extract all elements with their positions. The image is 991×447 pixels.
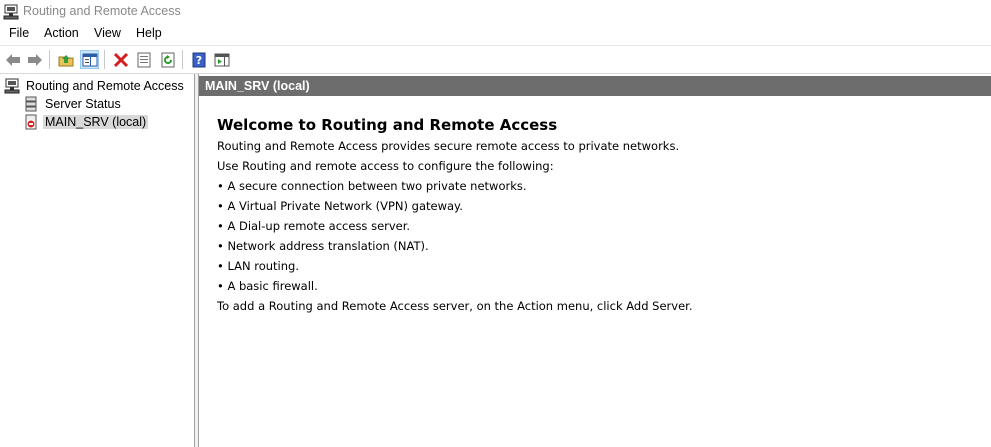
bullet-item: • A Dial-up remote access server. xyxy=(217,219,411,233)
forward-icon xyxy=(27,53,42,66)
show-hide-tree-icon xyxy=(82,53,97,66)
help-icon: ? xyxy=(192,52,205,67)
tree-item-label: Server Status xyxy=(45,97,121,111)
console-tree-icon xyxy=(214,53,229,66)
window-title: Routing and Remote Access xyxy=(23,4,181,18)
details-header: MAIN_SRV (local) xyxy=(199,76,991,96)
server-status-icon xyxy=(25,96,37,112)
properties-button[interactable] xyxy=(134,50,153,69)
properties-icon xyxy=(137,52,150,67)
tree-item-label: Routing and Remote Access xyxy=(26,79,184,93)
back-button[interactable] xyxy=(3,50,22,69)
info-line: To add a Routing and Remote Access serve… xyxy=(217,299,693,313)
refresh-icon xyxy=(161,52,174,67)
tree-item-label: MAIN_SRV (local) xyxy=(43,115,149,129)
menu-view[interactable]: View xyxy=(94,26,121,40)
routing-app-icon xyxy=(3,4,19,20)
back-icon xyxy=(5,53,20,66)
show-hide-console-tree-button[interactable] xyxy=(80,50,99,69)
svg-text:?: ? xyxy=(195,54,201,67)
tree-item-server-status[interactable]: Server Status xyxy=(23,95,123,113)
refresh-button[interactable] xyxy=(158,50,177,69)
menu-help[interactable]: Help xyxy=(136,26,162,40)
toolbar-separator xyxy=(182,50,183,69)
menu-action[interactable]: Action xyxy=(44,26,79,40)
toolbar-separator xyxy=(104,50,105,69)
info-line: Routing and Remote Access provides secur… xyxy=(217,139,680,153)
toolbar: ? xyxy=(0,46,991,74)
toolbar-separator xyxy=(49,50,50,69)
show-action-pane-button[interactable] xyxy=(212,50,231,69)
bullet-item: • LAN routing. xyxy=(217,259,299,273)
help-button[interactable]: ? xyxy=(189,50,208,69)
delete-icon xyxy=(113,52,128,67)
console-tree: Routing and Remote Access Server Status … xyxy=(0,74,195,447)
up-one-level-button[interactable] xyxy=(56,50,75,69)
bullet-item: • A secure connection between two privat… xyxy=(217,179,527,193)
tree-item-routing-root[interactable]: Routing and Remote Access xyxy=(4,77,186,95)
details-pane: MAIN_SRV (local) Welcome to Routing and … xyxy=(198,74,991,447)
forward-button[interactable] xyxy=(25,50,44,69)
info-line: Use Routing and remote access to configu… xyxy=(217,159,554,173)
welcome-title: Welcome to Routing and Remote Access xyxy=(217,116,558,134)
routing-app-icon xyxy=(4,78,20,94)
menu-file[interactable]: File xyxy=(9,26,29,40)
delete-button[interactable] xyxy=(111,50,130,69)
menu-bar: File Action View Help xyxy=(0,23,991,46)
bullet-item: • A Virtual Private Network (VPN) gatewa… xyxy=(217,199,463,213)
title-bar: Routing and Remote Access xyxy=(0,0,991,23)
bullet-item: • Network address translation (NAT). xyxy=(217,239,429,253)
tree-item-main-srv[interactable]: MAIN_SRV (local) xyxy=(23,113,149,131)
bullet-item: • A basic firewall. xyxy=(217,279,318,293)
server-stopped-icon xyxy=(25,114,37,130)
up-folder-icon xyxy=(58,54,73,66)
